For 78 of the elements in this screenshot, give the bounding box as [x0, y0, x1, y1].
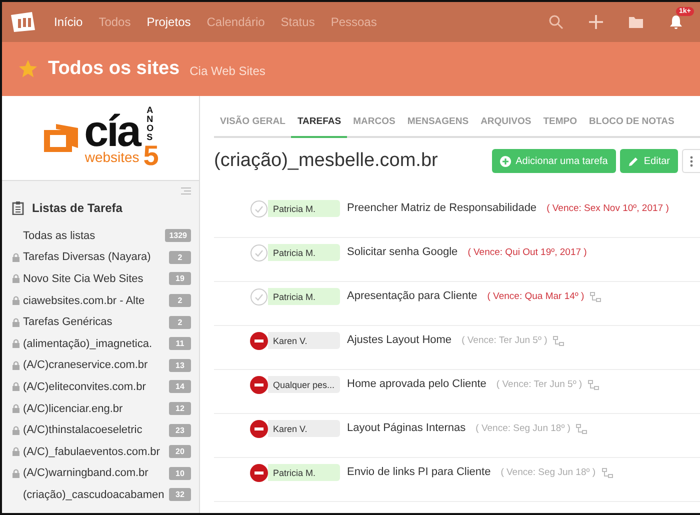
task-list-link[interactable]: (A/C)warningband.com.br: [23, 467, 169, 480]
project-title: (criação)_mesbelle.com.br: [214, 150, 439, 172]
tab[interactable]: TAREFAS: [291, 106, 348, 138]
task-list-link[interactable]: (A/C)thinstalacoeseletric: [23, 424, 169, 436]
nav-link[interactable]: Projetos: [138, 15, 199, 29]
task-title[interactable]: Apresentação para Cliente: [347, 290, 478, 302]
bell-icon[interactable]: [668, 14, 684, 30]
task-list-link[interactable]: (A/C)licenciar.eng.br: [23, 402, 169, 415]
task-title[interactable]: Layout Páginas Internas: [347, 422, 466, 434]
count-badge: 10: [169, 466, 191, 480]
count-badge: 2: [169, 316, 191, 329]
pencil-icon: [628, 156, 639, 166]
complete-checkbox[interactable]: [250, 244, 268, 262]
blocked-icon[interactable]: [250, 332, 268, 350]
page-title: Todos os sites: [48, 58, 180, 80]
complete-checkbox[interactable]: [250, 288, 268, 306]
star-icon[interactable]: [18, 59, 38, 79]
assignee-tag[interactable]: Karen V.: [268, 332, 340, 349]
task-list-link[interactable]: Tarefas Diversas (Nayara): [23, 251, 169, 264]
count-badge: 23: [169, 424, 191, 437]
count-badge: 12: [169, 402, 191, 416]
count-badge: 19: [169, 272, 191, 286]
due-date: ( Vence: Qui Out 19º, 2017 ): [468, 247, 587, 258]
count-badge: 2: [169, 294, 191, 308]
due-date: ( Vence: Sex Nov 10º, 2017 ): [546, 203, 669, 214]
logo-years-label: ANOS: [146, 106, 155, 142]
blocked-icon[interactable]: [250, 464, 268, 482]
more-button[interactable]: [682, 149, 700, 173]
assignee-tag[interactable]: Karen V.: [268, 420, 340, 437]
sidebar-title: Listas de Tarefa: [32, 201, 122, 215]
task-title[interactable]: Solicitar senha Google: [347, 246, 458, 258]
count-badge: 32: [169, 488, 191, 502]
task-list-link[interactable]: Novo Site Cia Web Sites: [23, 272, 169, 285]
task-list-link[interactable]: (A/C)eliteconvites.com.br: [23, 380, 169, 393]
task-list-link[interactable]: Tarefas Genéricas: [23, 316, 169, 328]
add-icon[interactable]: [588, 14, 604, 30]
complete-checkbox[interactable]: [250, 200, 268, 218]
task-title[interactable]: Ajustes Layout Home: [347, 334, 452, 346]
blocked-icon[interactable]: [250, 420, 268, 438]
count-badge: 13: [169, 358, 191, 372]
assignee-tag[interactable]: Patricia M.: [268, 464, 340, 481]
due-date: ( Vence: Ter Jun 5º ): [462, 335, 548, 346]
task-list-link[interactable]: (alimentação)_imagnetica.: [23, 338, 169, 350]
assignee-tag[interactable]: Qualquer pes...: [268, 376, 340, 393]
search-icon[interactable]: [548, 14, 564, 30]
task-list-link[interactable]: ciawebsites.com.br - Alte: [23, 294, 169, 307]
due-date: ( Vence: Seg Jun 18º ): [476, 423, 570, 434]
assignee-tag[interactable]: Patricia M.: [268, 288, 340, 305]
task-list-link[interactable]: (criação)_cascudoacabamen: [23, 488, 169, 501]
logo-tagline: websites: [84, 150, 140, 164]
task-title[interactable]: Home aprovada pelo Cliente: [347, 378, 486, 390]
due-date: ( Vence: Ter Jun 5º ): [496, 379, 582, 390]
count-badge: 14: [169, 380, 191, 394]
due-date: ( Vence: Qua Mar 14º ): [487, 291, 584, 302]
logo-years: 5: [143, 142, 159, 170]
assignee-tag[interactable]: Patricia M.: [268, 200, 340, 217]
app-logo[interactable]: [10, 11, 36, 33]
logo-wordmark: cía: [84, 112, 140, 152]
blocked-icon[interactable]: [250, 376, 268, 394]
assignee-tag[interactable]: Patricia M.: [268, 244, 340, 261]
task-list-link[interactable]: (A/C)craneservice.com.br: [23, 359, 169, 372]
more-icon: [690, 156, 693, 166]
task-list-link[interactable]: (A/C)_fabulaeventos.com.br: [23, 446, 169, 458]
count-badge: 20: [169, 445, 191, 458]
count-badge: 11: [169, 337, 191, 350]
clipboard-icon: [12, 201, 24, 215]
task-title[interactable]: Preencher Matriz de Responsabilidade: [347, 202, 537, 214]
count-badge: 1329: [165, 229, 191, 242]
task-title[interactable]: Envio de links PI para Cliente: [347, 466, 491, 478]
page-subtitle: Cia Web Sites: [190, 64, 266, 78]
count-badge: 2: [169, 250, 191, 264]
collapse-icon[interactable]: [181, 187, 191, 195]
nav-link[interactable]: Início: [46, 15, 91, 29]
logo-mark-icon: [42, 122, 80, 154]
task-list-link[interactable]: Todas as listas: [23, 230, 166, 242]
folder-icon[interactable]: [628, 14, 644, 30]
due-date: ( Vence: Seg Jun 18º ): [500, 467, 596, 478]
add-icon: [500, 156, 511, 166]
